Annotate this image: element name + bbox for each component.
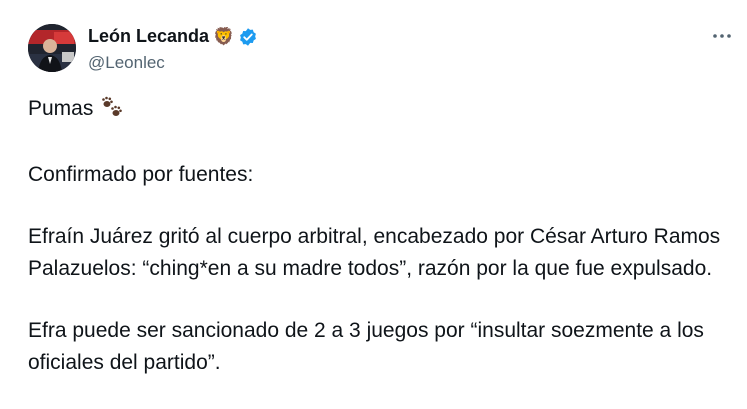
lion-emoji-icon: 🦁: [213, 27, 235, 46]
tweet-paragraph-3: Efraín Juárez gritó al cuerpo arbitral, …: [28, 225, 721, 280]
tweet-text: Pumas Confirmado por fuentes: Efraín Juá…: [28, 93, 736, 409]
profile-photo: [28, 24, 76, 72]
paw-prints-icon: [99, 95, 125, 129]
avatar[interactable]: [28, 24, 76, 72]
author-handle[interactable]: @Leonlec: [88, 53, 165, 73]
verified-badge-icon[interactable]: [238, 27, 258, 47]
tweet-line1-text: Pumas: [28, 97, 94, 120]
more-options-icon[interactable]: [711, 25, 733, 52]
author-name[interactable]: León Lecanda: [88, 26, 209, 47]
tweet-line-pumas: Pumas: [28, 93, 736, 129]
tweet-paragraph-4: Efra puede ser sancionado de 2 a 3 juego…: [28, 319, 704, 374]
tweet-paragraph-2: Confirmado por fuentes:: [28, 163, 254, 186]
author-name-row: León Lecanda 🦁: [88, 26, 258, 47]
